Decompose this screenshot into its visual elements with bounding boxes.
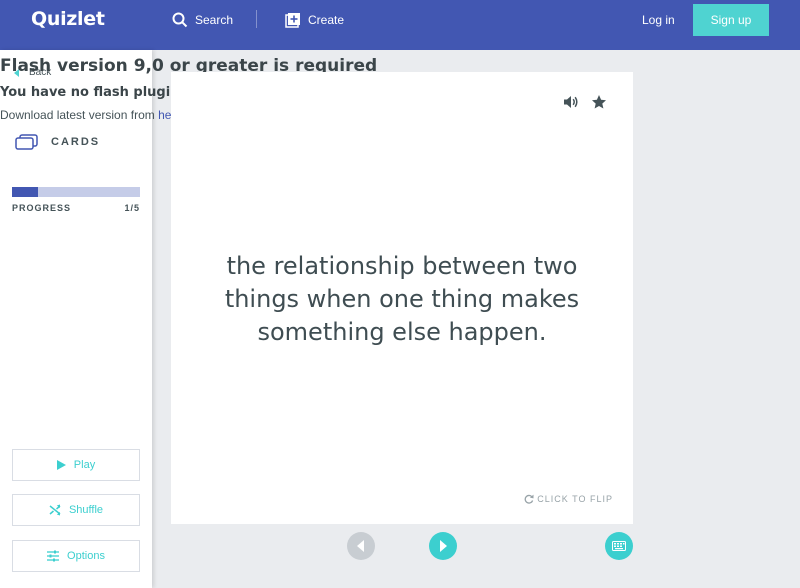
- keyboard-shortcuts-button[interactable]: [605, 532, 633, 560]
- keyboard-icon: [612, 541, 626, 551]
- create-icon: [285, 13, 300, 28]
- quizlet-logo[interactable]: Quizlet: [31, 8, 105, 30]
- study-sidebar: Back CARDS PROGRESS 1/5 Play Shuffle Opt…: [0, 50, 152, 588]
- flashcard[interactable]: the relationship between two things when…: [171, 72, 633, 524]
- options-button[interactable]: Options: [12, 540, 140, 572]
- next-card-button[interactable]: [429, 532, 457, 560]
- star-icon[interactable]: [591, 94, 607, 115]
- flip-icon: [524, 494, 534, 504]
- prev-arrow-icon: [357, 540, 364, 552]
- play-label: Play: [73, 459, 96, 471]
- progress-count: 1/5: [124, 203, 140, 213]
- create-label: Create: [308, 13, 345, 27]
- shuffle-icon: [49, 504, 61, 516]
- shuffle-label: Shuffle: [68, 504, 104, 516]
- search-button[interactable]: Search: [172, 10, 233, 30]
- cards-icon: [15, 134, 38, 150]
- login-link[interactable]: Log in: [642, 13, 675, 27]
- play-icon: [56, 460, 66, 470]
- nav-divider: [256, 10, 257, 28]
- shuffle-button[interactable]: Shuffle: [12, 494, 140, 526]
- mode-label: CARDS: [51, 136, 101, 148]
- progress-bar-fill: [12, 187, 38, 197]
- progress-label: PROGRESS: [12, 203, 72, 213]
- audio-icon[interactable]: [563, 94, 579, 115]
- create-button[interactable]: Create: [285, 10, 344, 30]
- study-mode-selector[interactable]: CARDS: [15, 134, 100, 150]
- play-button[interactable]: Play: [12, 449, 140, 481]
- previous-card-button[interactable]: [347, 532, 375, 560]
- options-label: Options: [67, 550, 105, 562]
- progress-bar: [12, 187, 140, 197]
- signup-button[interactable]: Sign up: [693, 4, 769, 36]
- options-icon: [47, 550, 60, 562]
- card-term-text: the relationship between two things when…: [224, 252, 580, 346]
- top-navigation-bar: Quizlet Search Create Log in Sign up: [0, 0, 800, 50]
- flip-label: CLICK TO FLIP: [537, 494, 613, 504]
- search-icon: [172, 12, 188, 28]
- click-to-flip[interactable]: CLICK TO FLIP: [524, 494, 613, 504]
- flash-download-prefix: Download latest version from: [0, 108, 159, 122]
- search-label: Search: [195, 13, 234, 27]
- flash-download-text: Download latest version from here: [0, 108, 182, 122]
- next-arrow-icon: [440, 540, 447, 552]
